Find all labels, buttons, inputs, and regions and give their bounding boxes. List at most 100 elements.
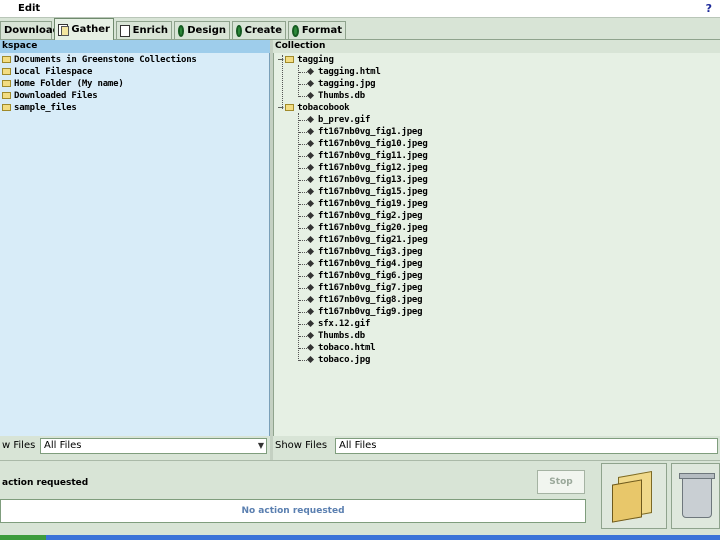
collection-filter-label: Show Files [275,440,328,451]
collection-file-name: tobaco.html [318,343,376,353]
collection-file[interactable]: ft167nb0vg_fig3.jpeg [306,246,423,258]
collection-file[interactable]: ft167nb0vg_fig4.jpeg [306,258,423,270]
file-icon [306,235,315,244]
workspace-filter: w Files All Files ▼ [0,436,270,456]
collection-file[interactable]: tagging.jpg [306,78,376,90]
collection-file[interactable]: sfx.12.gif [306,318,371,330]
collection-file-name: Thumbs.db [318,331,365,341]
tree-line [299,180,307,181]
file-icon [306,115,315,124]
tab-design[interactable]: Design [174,21,230,39]
collection-file[interactable]: ft167nb0vg_fig6.jpeg [306,270,423,282]
collection-file[interactable]: ft167nb0vg_fig9.jpeg [306,306,423,318]
collection-file[interactable]: ft167nb0vg_fig1.jpeg [306,126,423,138]
tree-line [299,324,307,325]
tree-line [299,360,307,361]
folder-icon [285,104,295,111]
collection-file[interactable]: ft167nb0vg_fig21.jpeg [306,234,428,246]
collection-file-filter-select[interactable]: All Files [335,438,718,454]
collection-file[interactable]: tobaco.html [306,342,376,354]
collection-file[interactable]: ft167nb0vg_fig15.jpeg [306,186,428,198]
tree-line [299,168,307,169]
collection-file-name: ft167nb0vg_fig1.jpeg [318,127,423,137]
collection-filter: Show Files All Files [273,436,720,456]
collection-file-name: ft167nb0vg_fig12.jpeg [318,163,428,173]
workspace-item[interactable]: Documents in Greenstone Collections [2,54,197,66]
collection-file[interactable]: ft167nb0vg_fig10.jpeg [306,138,428,150]
file-icon [306,139,315,148]
folder-icon [2,56,11,63]
tree-line [299,96,307,97]
file-icon [306,187,315,196]
tab-enrich[interactable]: Enrich [116,21,172,39]
tree-line [299,348,307,349]
collection-file[interactable]: ft167nb0vg_fig12.jpeg [306,162,428,174]
tab-create-label: Create [244,25,282,36]
collection-file[interactable]: ft167nb0vg_fig20.jpeg [306,222,428,234]
status-area: action requested Stop No action requeste… [0,460,720,540]
tree-line [299,288,307,289]
collection-file[interactable]: ft167nb0vg_fig13.jpeg [306,174,428,186]
collection-file[interactable]: ft167nb0vg_fig7.jpeg [306,282,423,294]
tree-line [299,276,307,277]
file-icon [306,79,315,88]
collection-file[interactable]: tagging.html [306,66,381,78]
tree-line [299,228,307,229]
trash-button[interactable] [671,463,720,529]
collection-file[interactable]: Thumbs.db [306,330,365,342]
menu-bar: Edit ? [0,0,720,18]
collapse-icon[interactable]: – [278,103,283,113]
workspace-item[interactable]: Home Folder (My name) [2,78,124,90]
collection-file-name: ft167nb0vg_fig4.jpeg [318,259,423,269]
tab-gather[interactable]: Gather [54,18,114,40]
collection-file[interactable]: tobaco.jpg [306,354,370,366]
workspace-item[interactable]: sample_files [2,102,77,114]
collection-folder[interactable]: – tagging [278,54,334,66]
file-icon [306,319,315,328]
tree-line [299,72,307,73]
collection-file[interactable]: Thumbs.db [306,90,365,102]
status-label: action requested [2,478,89,488]
collection-file-name: ft167nb0vg_fig2.jpeg [318,211,423,221]
tab-gather-label: Gather [71,24,110,35]
menu-edit[interactable]: Edit [18,3,40,14]
tree-line [299,120,307,121]
tab-design-label: Design [187,25,226,36]
file-icon [306,247,315,256]
tab-create[interactable]: Create [232,21,286,39]
tab-format-label: Format [301,25,342,36]
collection-file-name: ft167nb0vg_fig10.jpeg [318,139,428,149]
collection-file[interactable]: ft167nb0vg_fig19.jpeg [306,198,428,210]
file-icon [306,211,315,220]
collection-file-name: b_prev.gif [318,115,371,125]
collection-folder[interactable]: – tobacobook [278,102,350,114]
file-icon [306,271,315,280]
collection-file-name: tagging.html [318,67,381,77]
folder-icon [285,56,295,63]
collection-file-name: Thumbs.db [318,91,365,101]
start-button[interactable] [0,535,46,540]
file-icon [306,343,315,352]
tab-download[interactable]: Download [0,21,60,39]
collection-tree[interactable]: – tagging tagging.html tagging.jpg Thumbs.d… [273,53,720,436]
stop-button[interactable]: Stop [537,470,585,494]
workspace-item[interactable]: Local Filespace [2,66,92,78]
enrich-icon [120,24,130,37]
collection-file[interactable]: ft167nb0vg_fig11.jpeg [306,150,428,162]
tab-enrich-label: Enrich [132,25,168,36]
workspace-file-filter-select[interactable]: All Files ▼ [40,438,267,454]
collection-file[interactable]: ft167nb0vg_fig2.jpeg [306,210,423,222]
chevron-down-icon[interactable]: ▼ [258,439,264,453]
collection-file[interactable]: ft167nb0vg_fig8.jpeg [306,294,423,306]
format-gear-icon [292,24,299,37]
file-icon [306,127,315,136]
collapse-icon[interactable]: – [278,55,283,65]
workspace-item[interactable]: Downloaded Files [2,90,98,102]
tab-format[interactable]: Format [288,21,346,39]
collection-file[interactable]: b_prev.gif [306,114,371,126]
tree-line [299,252,307,253]
collection-file-name: sfx.12.gif [318,319,371,329]
help-icon[interactable]: ? [706,2,712,15]
open-folder-button[interactable] [601,463,667,529]
workspace-tree[interactable]: Documents in Greenstone Collections Loca… [0,53,270,436]
